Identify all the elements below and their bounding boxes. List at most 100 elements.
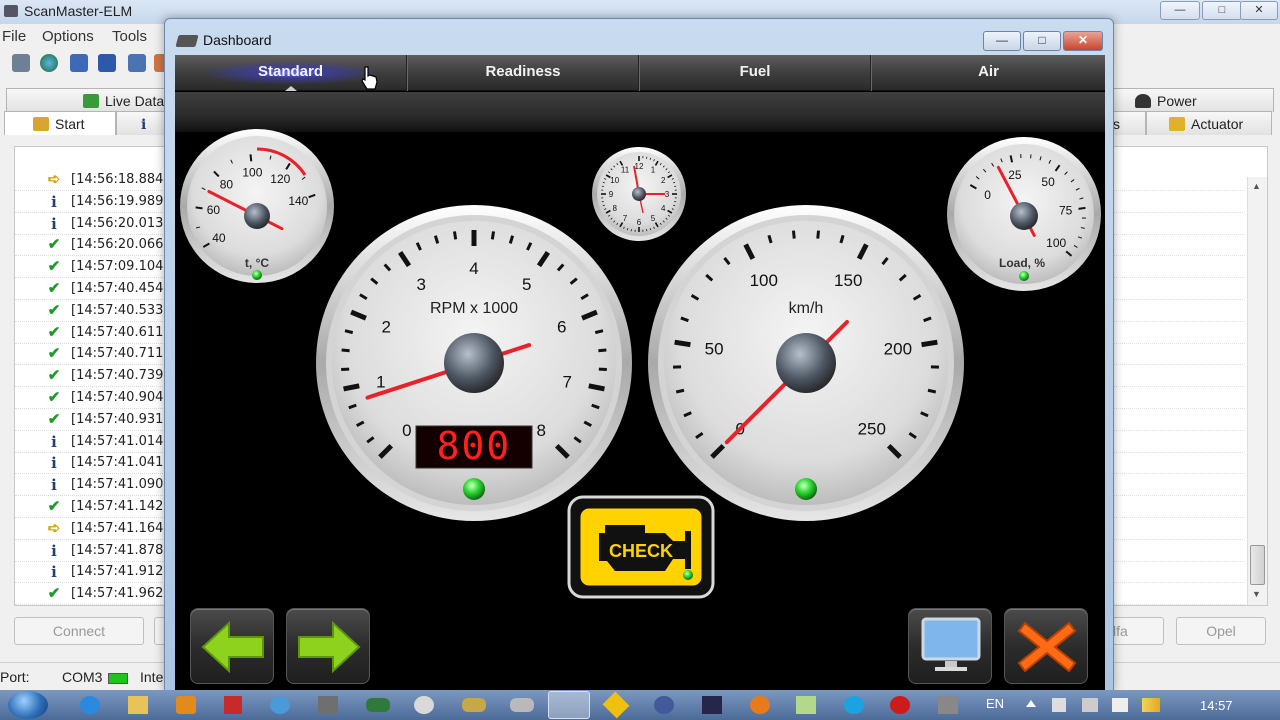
taskbar-ie-icon[interactable] (80, 696, 100, 714)
taskbar-shield-icon[interactable] (224, 696, 242, 714)
right-list-row[interactable] (1113, 278, 1245, 300)
right-list-row[interactable] (1113, 213, 1245, 235)
right-list-row[interactable] (1113, 343, 1245, 366)
right-list-row[interactable] (1113, 431, 1245, 453)
taskbar-media-icon[interactable] (176, 696, 196, 714)
menu-options[interactable]: Options (42, 28, 94, 45)
connect-button[interactable]: Connect (14, 617, 144, 645)
log-row[interactable]: i [14:57:41.014] (15, 431, 168, 453)
taskbar-app-icon[interactable] (270, 696, 290, 714)
log-row[interactable]: i [14:57:41.912] (15, 561, 168, 584)
log-row[interactable]: i [14:56:19.989] (15, 191, 168, 213)
tab-info[interactable]: i (116, 111, 166, 135)
scrollbar-thumb[interactable] (1250, 545, 1265, 585)
log-row[interactable]: ✔ [14:57:09.104] (15, 256, 168, 279)
check-engine-indicator[interactable]: CHECK (567, 495, 715, 599)
right-list-row[interactable] (1113, 387, 1245, 409)
menu-tools[interactable]: Tools (112, 28, 147, 45)
taskbar-opera-icon[interactable] (890, 696, 910, 714)
taskbar-firefox-icon[interactable] (750, 696, 770, 714)
taskbar-skype-icon[interactable] (844, 696, 864, 714)
dashboard-maximize-button[interactable]: □ (1023, 31, 1061, 51)
log-row[interactable]: ✔ [14:56:20.066] (15, 234, 168, 257)
log-row[interactable]: i [14:57:41.041] (15, 452, 168, 475)
tab-power[interactable]: Power (1112, 88, 1274, 112)
document-icon[interactable] (70, 54, 88, 72)
taskbar-globe-icon[interactable] (654, 696, 674, 714)
tab-s[interactable]: s (1112, 111, 1146, 135)
start-orb-icon[interactable] (8, 691, 48, 719)
taskbar-clock[interactable]: 14:57 (1200, 698, 1233, 713)
chart-icon[interactable] (128, 54, 146, 72)
tray-network-icon[interactable] (1082, 698, 1098, 712)
log-row[interactable]: ✔ [14:57:40.454] (15, 278, 168, 300)
log-row[interactable]: ➪ [14:56:18.884] (15, 169, 168, 191)
log-row[interactable]: i [14:56:20.013] (15, 213, 168, 235)
log-row[interactable]: ✔ [14:57:40.711] (15, 343, 168, 366)
log-row[interactable]: ✔ [14:57:41.962] (15, 583, 168, 606)
tray-arrow-icon[interactable] (1026, 700, 1036, 707)
right-list-row[interactable] (1113, 561, 1245, 584)
scrollbar[interactable]: ▲ ▼ (1247, 177, 1267, 605)
log-row[interactable]: ✔ [14:57:40.904] (15, 387, 168, 409)
fullscreen-button[interactable] (908, 608, 992, 684)
log-row[interactable]: ➪ [14:57:41.164] (15, 518, 168, 540)
taskbar-app2-icon[interactable] (318, 696, 338, 714)
forward-button[interactable] (286, 608, 370, 684)
right-list-row[interactable] (1113, 409, 1245, 431)
tray-volume-icon[interactable] (1112, 698, 1128, 712)
exit-button[interactable] (1004, 608, 1088, 684)
taskbar-car3-icon[interactable] (510, 698, 534, 712)
vehicle-button-opel[interactable]: Opel (1176, 617, 1266, 645)
tab-actuator[interactable]: Actuator (1146, 111, 1272, 135)
taskbar-car2-icon[interactable] (462, 698, 486, 712)
log-row[interactable]: ✔ [14:57:40.611] (15, 322, 168, 344)
right-list-row[interactable] (1113, 169, 1245, 191)
log-row[interactable]: ✔ [14:57:41.142] (15, 496, 168, 518)
taskbar-tool-icon[interactable] (938, 696, 958, 714)
right-list-row[interactable] (1113, 518, 1245, 540)
menu-file[interactable]: File (2, 28, 26, 45)
back-button[interactable] (190, 608, 274, 684)
right-list-row[interactable] (1113, 452, 1245, 475)
globe-icon[interactable] (40, 54, 58, 72)
vehicle-button-lfa[interactable]: lfa (1110, 617, 1164, 645)
app-close-button[interactable]: ✕ (1240, 1, 1278, 20)
log-row[interactable]: ✔ [14:57:40.931] (15, 409, 168, 431)
right-list-row[interactable] (1113, 496, 1245, 518)
app-maximize-button[interactable]: □ (1202, 1, 1242, 20)
grid-icon[interactable] (98, 54, 116, 72)
taskbar-opel-icon[interactable] (414, 696, 434, 714)
log-list[interactable]: ➪ [14:56:18.884] i [14:56:19.989] i [14:56:20… (14, 146, 168, 606)
taskbar-warning-icon[interactable] (602, 691, 630, 719)
right-list-row[interactable] (1113, 191, 1245, 213)
app-minimize-button[interactable]: — (1160, 1, 1200, 20)
right-list-row[interactable] (1113, 322, 1245, 344)
log-row[interactable]: i [14:57:41.090] (15, 474, 168, 497)
right-list-row[interactable] (1113, 365, 1245, 388)
right-list-row[interactable] (1113, 540, 1245, 562)
taskbar-scanmaster-icon[interactable] (548, 691, 590, 719)
taskbar-car-icon[interactable] (366, 698, 390, 712)
scroll-up-icon[interactable]: ▲ (1252, 181, 1261, 191)
log-row[interactable]: i [14:57:41.878] (15, 540, 168, 562)
taskbar-monitor-icon[interactable] (702, 696, 722, 714)
connect-plug-icon[interactable] (12, 54, 30, 72)
tray-device-icon[interactable] (1052, 698, 1066, 712)
log-row[interactable]: ✔ [14:57:40.739] (15, 365, 168, 388)
taskbar-notes-icon[interactable] (796, 696, 816, 714)
taskbar-explorer-icon[interactable] (128, 696, 148, 714)
dashboard-minimize-button[interactable]: — (983, 31, 1021, 51)
tab-live-data[interactable]: Live Data (6, 88, 166, 112)
right-list-row[interactable] (1113, 234, 1245, 257)
scroll-down-icon[interactable]: ▼ (1252, 589, 1261, 599)
dashboard-close-button[interactable]: ✕ (1063, 31, 1103, 51)
right-list-row[interactable] (1113, 474, 1245, 497)
right-list-row[interactable] (1113, 256, 1245, 279)
tray-signal-icon[interactable] (1142, 698, 1160, 712)
language-indicator[interactable]: EN (986, 696, 1004, 711)
right-list-row[interactable] (1113, 583, 1245, 606)
log-row[interactable]: ✔ [14:57:40.533] (15, 300, 168, 322)
right-data-list[interactable]: ▲ ▼ (1112, 146, 1268, 606)
tab-start[interactable]: Start (4, 111, 116, 135)
